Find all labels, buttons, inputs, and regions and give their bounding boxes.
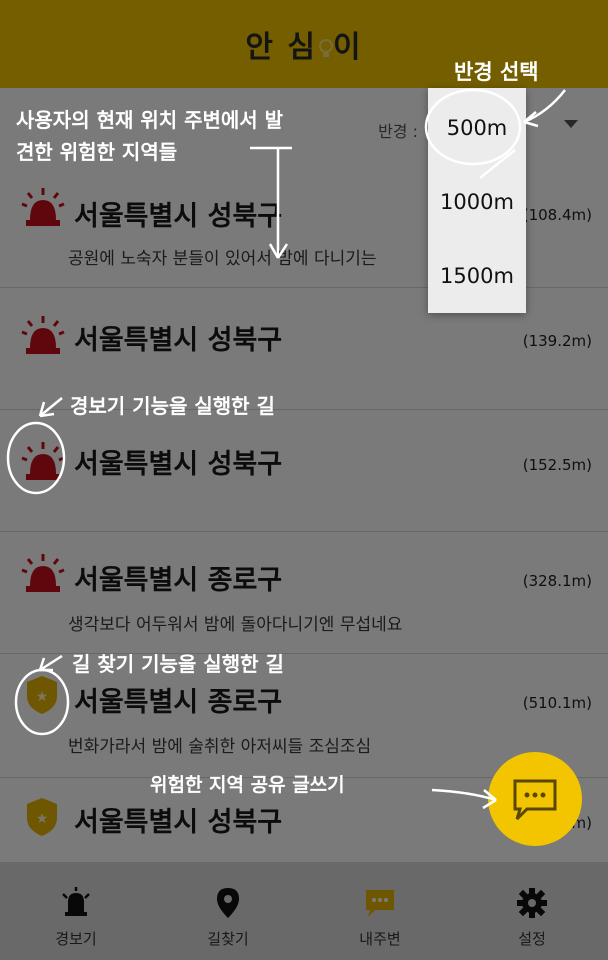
nav-item-settings[interactable]: 설정 (456, 862, 608, 960)
annotation-navigation-used: 길 찾기 기능을 실행한 길 (72, 652, 284, 676)
svg-text:★: ★ (36, 811, 49, 827)
app-title-text: 안 심 (245, 30, 318, 65)
item-distance: (510.1m) (522, 694, 592, 712)
bottom-nav: 경보기 길찾기 내주변 설정 (0, 862, 608, 960)
shield-star-icon: ★ (27, 798, 57, 836)
nav-label: 내주변 (359, 930, 401, 948)
item-place: 서울특별시 성북구 (74, 807, 283, 838)
app-title: 안 심 이 (245, 22, 362, 66)
list-item[interactable]: 서울특별시 종로구 (328.1m) 생각보다 어두워서 밤에 돌아다니기엔 무… (0, 532, 608, 654)
annotation-nearby-line2: 견한 위험한 지역들 (16, 140, 178, 164)
siren-icon (21, 442, 65, 480)
shield-star-icon: ★ (27, 676, 57, 714)
nav-item-alarm[interactable]: 경보기 (0, 862, 152, 960)
item-distance: (108.4m) (522, 206, 592, 224)
radius-option-500[interactable]: 500m (428, 116, 526, 140)
chat-bubble-icon (513, 779, 557, 821)
lightbulb-icon (319, 39, 334, 57)
write-post-button[interactable] (488, 752, 582, 846)
siren-icon (21, 554, 65, 592)
annotation-write-post: 위험한 지역 공유 글쓰기 (150, 774, 345, 796)
item-message: 번화가라서 밤에 술취한 아저씨들 조심조심 (68, 737, 372, 757)
siren-icon (21, 188, 65, 226)
nav-item-directions[interactable]: 길찾기 (152, 862, 304, 960)
nav-item-nearby[interactable]: 내주변 (304, 862, 456, 960)
radius-option-1000[interactable]: 1000m (428, 190, 526, 214)
chevron-down-icon[interactable] (564, 120, 578, 128)
annotation-radius-select: 반경 선택 (454, 60, 539, 84)
alarm-bell-icon (62, 887, 90, 916)
radius-option-1500[interactable]: 1500m (428, 264, 526, 288)
radius-dropdown: 500m 1000m 1500m (428, 88, 526, 313)
gear-icon (517, 888, 547, 918)
item-place: 서울특별시 성북구 (74, 449, 283, 480)
chat-bubble-icon (366, 890, 394, 917)
list-item[interactable]: 서울특별시 성북구 (152.5m) (0, 410, 608, 532)
item-message: 공원에 노숙자 분들이 있어서 밤에 다니기는 (68, 249, 377, 269)
item-distance: (152.5m) (522, 456, 592, 474)
item-place: 서울특별시 종로구 (74, 687, 283, 718)
item-place: 서울특별시 성북구 (74, 201, 283, 232)
annotation-alarm-used: 경보기 기능을 실행한 길 (70, 394, 275, 418)
item-distance: (328.1m) (522, 572, 592, 590)
annotation-nearby-line1: 사용자의 현재 위치 주변에서 발 (16, 108, 284, 132)
map-pin-icon (217, 888, 239, 918)
radius-label: 반경 : (378, 122, 418, 141)
item-place: 서울특별시 성북구 (74, 325, 283, 356)
item-distance: (139.2m) (522, 332, 592, 350)
nav-label: 길찾기 (207, 930, 249, 948)
nav-label: 경보기 (55, 930, 97, 948)
app-title-suffix: 이 (333, 30, 363, 65)
nav-label: 설정 (518, 930, 546, 948)
svg-text:★: ★ (36, 689, 49, 705)
item-message: 생각보다 어두워서 밤에 돌아다니기엔 무섭네요 (68, 615, 403, 635)
siren-icon (21, 316, 65, 354)
item-place: 서울특별시 종로구 (74, 565, 283, 596)
